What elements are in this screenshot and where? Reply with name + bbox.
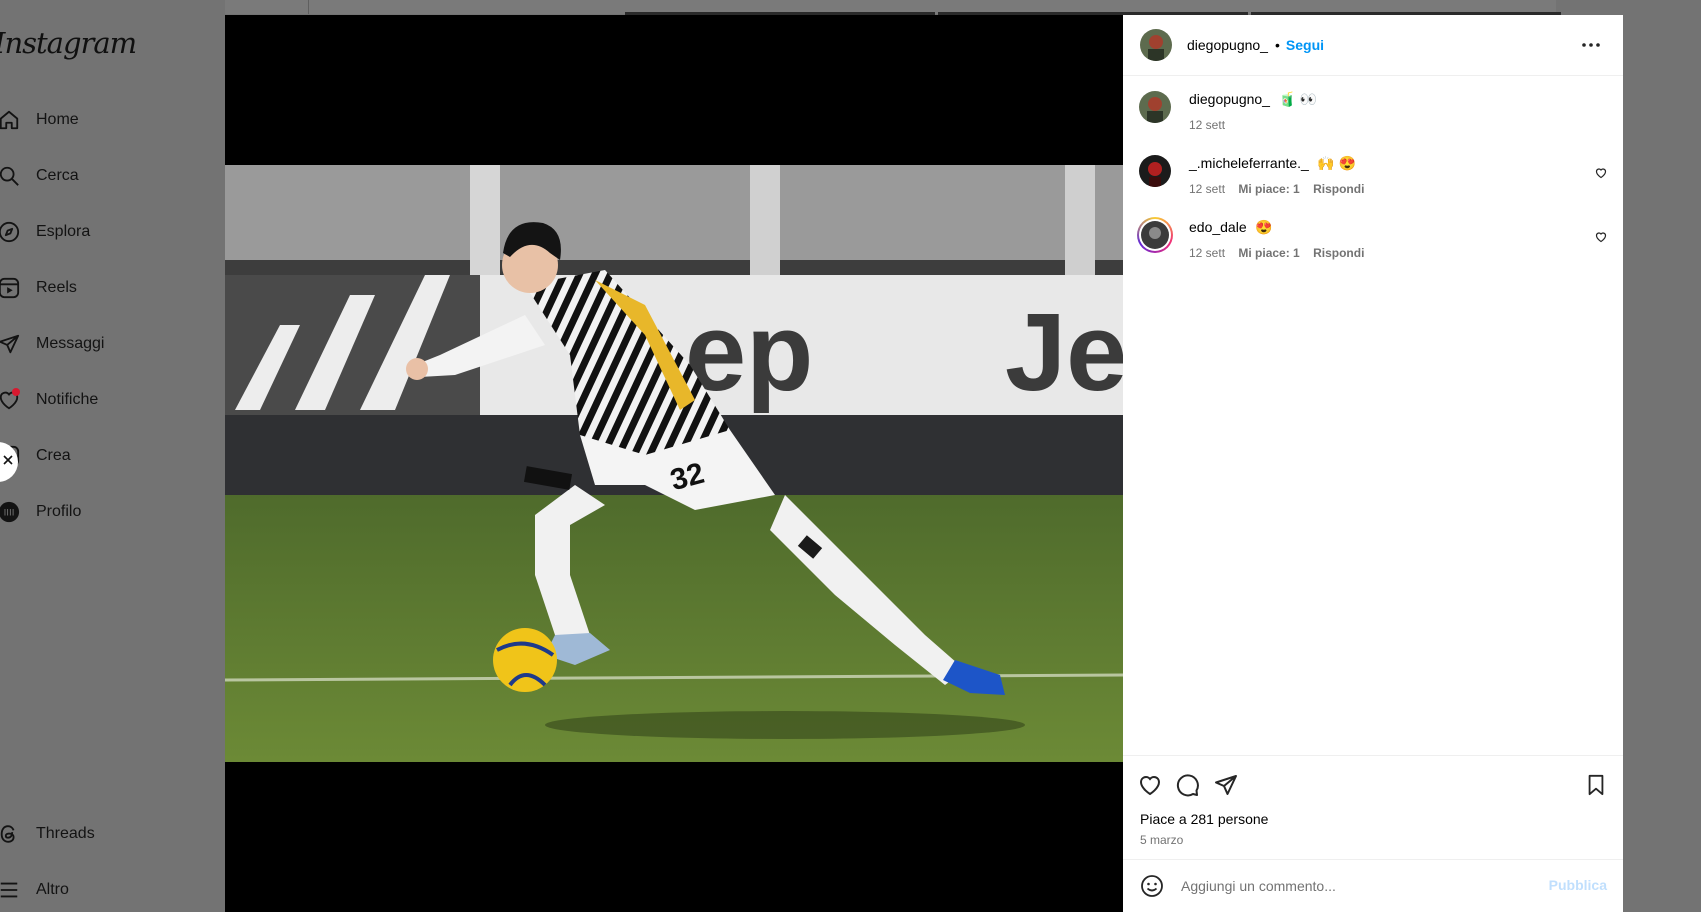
nav-label: Home [36,111,79,128]
emoji-smiley-icon[interactable] [1139,873,1165,899]
nav-item-profile[interactable]: IIII Profilo [0,492,81,532]
nav-label: Threads [36,825,95,842]
nav-item-explore[interactable]: Esplora [0,212,90,252]
nav-label: Messaggi [36,335,105,352]
menu-icon [0,879,20,901]
nav-item-threads[interactable]: Threads [0,814,95,854]
caption-time[interactable]: 12 sett [1189,118,1225,132]
nav-item-notifications[interactable]: Notifiche [0,380,98,420]
nav-label: Notifiche [36,391,99,408]
divider [1123,859,1623,860]
nav-label: Esplora [36,223,91,240]
publish-button[interactable]: Pubblica [1549,877,1607,893]
sidebar: Instagram Home Cerca Esplora Reels Messa… [0,0,225,912]
nav-item-messages[interactable]: Messaggi [0,324,104,364]
author-username[interactable]: diegopugno_ [1187,37,1268,53]
comment-like-heart-icon[interactable] [1593,165,1609,181]
heart-icon [0,388,20,411]
comment-text: 😍 [1255,219,1273,235]
comment-username[interactable]: _.micheleferrante._ [1189,155,1309,171]
instagram-logo[interactable]: Instagram [0,26,137,60]
search-icon [0,165,20,187]
comment-likes[interactable]: Mi piace: 1 [1238,182,1299,196]
comment-likes[interactable]: Mi piace: 1 [1238,246,1299,260]
nav-label: Profilo [36,503,82,520]
svg-text:IIII: IIII [4,508,15,519]
notification-dot [12,388,20,396]
threads-icon [0,823,20,845]
bookmark-icon[interactable] [1582,771,1610,799]
follow-button[interactable]: Segui [1286,37,1324,53]
comment-input[interactable] [1181,875,1541,897]
post-details-panel: diegopugno_ • Segui diegopugno_ 🧃 👀 12 s… [1123,15,1623,912]
post-photo: ep Je 32 [225,165,1123,762]
nav-label: Cerca [36,167,79,184]
compass-icon [0,221,20,243]
nav-label: Altro [36,881,69,898]
background-feed-strip [225,0,1561,15]
nav-item-reels[interactable]: Reels [0,268,77,308]
caption-avatar[interactable] [1139,91,1171,123]
post-date[interactable]: 5 marzo [1140,833,1183,847]
comment-like-heart-icon[interactable] [1593,229,1609,245]
nav-label: Crea [36,447,71,464]
divider [1123,755,1623,756]
reels-icon [0,277,20,299]
svg-text:Je: Je [1005,291,1123,414]
comment-time[interactable]: 12 sett [1189,246,1225,260]
commenter-avatar-story-ring[interactable] [1137,217,1173,253]
comment-bubble-icon[interactable] [1174,771,1202,799]
close-icon [2,453,14,471]
nav-item-home[interactable]: Home [0,100,79,140]
likes-count[interactable]: Piace a 281 persone [1140,811,1268,827]
comment-text: 🙌 😍 [1317,155,1357,171]
nav-item-search[interactable]: Cerca [0,156,79,196]
author-avatar[interactable] [1140,29,1172,61]
post-header: diegopugno_ • Segui [1123,15,1623,76]
caption-username[interactable]: diegopugno_ [1189,91,1270,107]
send-icon [0,333,20,355]
reply-button[interactable]: Rispondi [1313,182,1364,196]
more-options-icon[interactable] [1579,33,1603,57]
caption-text: 🧃 👀 [1278,91,1318,107]
reply-button[interactable]: Rispondi [1313,246,1364,260]
separator-dot: • [1274,37,1280,53]
profile-icon: IIII [0,501,20,523]
nav-item-more[interactable]: Altro [0,870,69,910]
nav-label: Reels [36,279,77,296]
commenter-avatar[interactable] [1139,155,1171,187]
like-heart-icon[interactable] [1136,771,1164,799]
share-send-icon[interactable] [1212,771,1240,799]
post-media[interactable]: ep Je 32 [225,15,1123,912]
home-icon [0,109,20,131]
comment-username[interactable]: edo_dale [1189,219,1247,235]
comment-time[interactable]: 12 sett [1189,182,1225,196]
